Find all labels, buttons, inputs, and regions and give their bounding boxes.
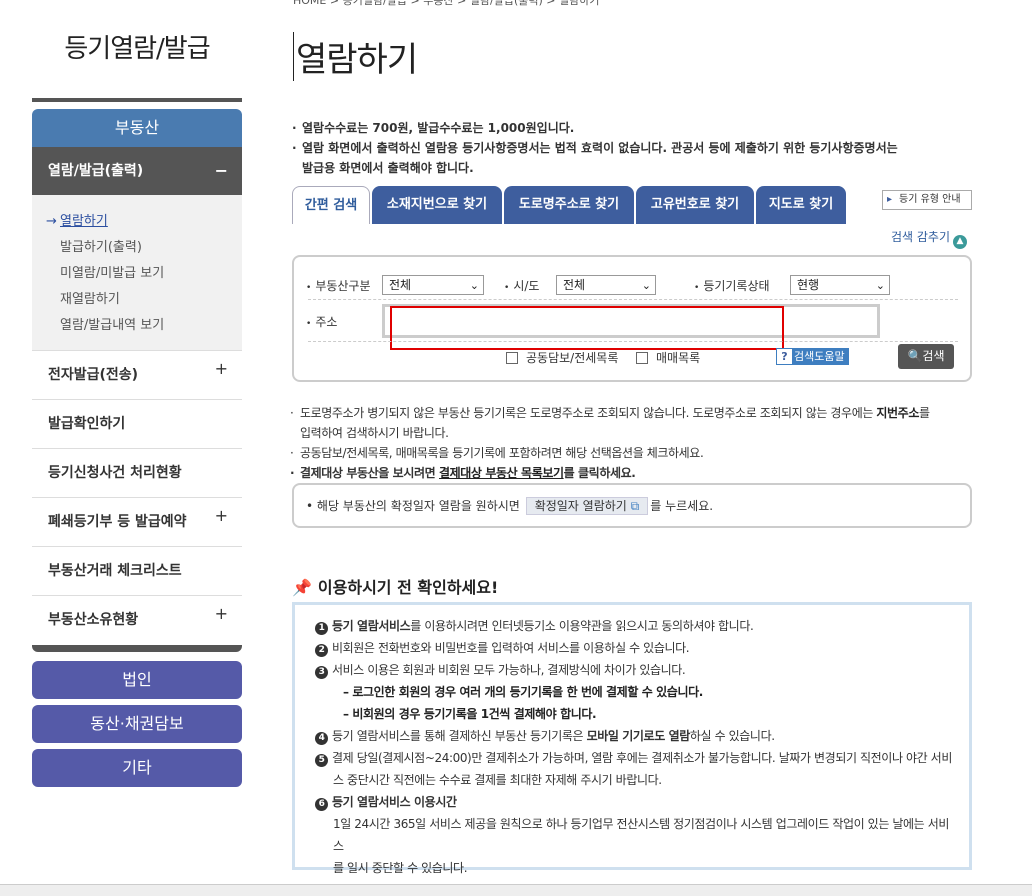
hide-search-button[interactable]: 검색 감추기 ▲ — [891, 228, 968, 249]
joint-collateral-checkbox[interactable]: 공동담보/전세목록 — [506, 349, 618, 366]
sidebar-divider — [32, 98, 242, 102]
chevron-up-icon: ▲ — [953, 235, 968, 249]
search-panel: 부동산구분 전체⌄ 시/도 전체⌄ 등기기록상태 현행⌄ 주소 공동담보/전세목… — [292, 255, 972, 382]
checkbox-icon — [506, 352, 518, 364]
status-select[interactable]: 현행 ⌄ — [790, 275, 890, 295]
usage-info-box: 1 등기 열람서비스를 이용하시려면 인터넷등기소 이용약관을 읽으시고 동의하셔… — [292, 602, 972, 875]
number-3-icon: 3 — [315, 666, 328, 679]
info-item-1: 1 등기 열람서비스를 이용하시려면 인터넷등기소 이용약관을 읽으시고 동의하셔… — [315, 615, 957, 637]
plus-icon: + — [214, 359, 228, 378]
registry-type-guide-button[interactable]: 등기 유형 안내 — [882, 190, 972, 210]
plus-icon: + — [214, 506, 228, 525]
collapse-minus-icon[interactable]: − — [215, 147, 228, 195]
tab-map[interactable]: 지도로 찾기 — [756, 186, 846, 224]
sidebar-menu-closed[interactable]: 폐쇄등기부 등 발급예약 + — [32, 497, 242, 546]
category-movable[interactable]: 동산·채권담보 — [32, 705, 242, 743]
sidebar-item-history[interactable]: 열람/발급내역 보기 — [46, 313, 242, 339]
sidebar-item-view[interactable]: → 열람하기 — [46, 209, 242, 235]
info-item-6b: 를 일시 중단할 수 있습니다. — [333, 861, 468, 875]
horizontal-scrollbar[interactable] — [0, 884, 1032, 896]
sidebar-item-issue[interactable]: 발급하기(출력) — [46, 235, 242, 261]
tab-unique-number[interactable]: 고유번호로 찾기 — [636, 186, 754, 224]
question-icon: ? — [777, 349, 792, 364]
number-5-icon: 5 — [315, 754, 328, 767]
note-fee: 열람수수료는 700원, 발급수수료는 1,000원입니다. — [292, 118, 972, 138]
fee-notes: 열람수수료는 700원, 발급수수료는 1,000원입니다. 열람 화면에서 출… — [292, 118, 972, 178]
search-help-button[interactable]: ? 검색도움말 — [776, 348, 849, 365]
info-item-3b: – 비회원의 경우 등기기록을 1건씩 결제해야 합니다. — [343, 707, 597, 721]
category-corporation[interactable]: 법인 — [32, 661, 242, 699]
info-item-3: 3 서비스 이용은 회원과 비회원 모두 가능하나, 결제방식에 차이가 있습니다… — [315, 659, 957, 681]
sidebar-bottom-divider — [32, 645, 242, 652]
sidebar-menu-status[interactable]: 등기신청사건 처리현황 — [32, 448, 242, 497]
category-other[interactable]: 기타 — [32, 749, 242, 787]
checkbox-icon — [636, 352, 648, 364]
info-item-4: 4 등기 열람서비스를 통해 결제하신 부동산 등기기록은 모바일 기기로도 열람… — [315, 725, 957, 747]
confirm-date-box: • 해당 부동산의 확정일자 열람을 원하시면 확정일자 열람하기 ⧉ 를 누르세… — [292, 483, 972, 528]
sidebar-header-realestate[interactable]: 부동산 — [32, 109, 242, 147]
arrow-right-icon: → — [46, 214, 57, 229]
payment-list-link[interactable]: 결제대상 부동산 목록보기 — [439, 466, 564, 480]
sido-label: 시/도 — [504, 277, 539, 294]
type-label: 부동산구분 — [306, 277, 370, 294]
pin-icon: 📌 — [292, 578, 312, 597]
tip-options: 공동담보/전세목록, 매매목록을 등기기록에 포함하려면 해당 선택옵션을 체크… — [290, 443, 972, 463]
chevron-down-icon: ⌄ — [641, 279, 651, 292]
plus-icon: + — [214, 604, 228, 623]
note-legal-cont: 발급용 화면에서 출력해야 합니다. — [302, 161, 474, 175]
number-4-icon: 4 — [315, 732, 328, 745]
search-button[interactable]: 🔍검색 — [898, 344, 954, 369]
divider — [308, 341, 958, 342]
divider — [308, 299, 958, 300]
sidebar-title: 등기열람/발급 — [64, 34, 210, 64]
sido-select[interactable]: 전체 ⌄ — [556, 275, 656, 295]
sales-list-checkbox[interactable]: 매매목록 — [636, 349, 700, 366]
search-icon: 🔍 — [907, 349, 923, 363]
chevron-down-icon: ⌄ — [469, 279, 479, 292]
tip-payment: 결제대상 부동산을 보시려면 결제대상 부동산 목록보기를 클릭하세요. — [290, 463, 972, 483]
breadcrumb: HOME > 등기열람/발급 > 부동산 > 열람/발급(출력) > 열람하기 — [293, 0, 600, 7]
confirm-bullet: • — [306, 499, 317, 513]
info-item-5-cont: 스 중단시간 직전에는 수수료 결제를 최대한 자제해 주시기 바랍니다. — [333, 773, 662, 787]
sidebar-sub-label: 열람/발급(출력) — [48, 163, 144, 179]
sidebar-menu-electronic[interactable]: 전자발급(전송) + — [32, 350, 242, 399]
tab-simple-search[interactable]: 간편 검색 — [292, 186, 370, 224]
tip-road-address: 도로명주소가 병기되지 않은 부동산 등기기록은 도로명주소로 조회되지 않습니… — [290, 403, 972, 423]
info-item-6: 6 등기 열람서비스 이용시간 — [315, 791, 957, 813]
address-label: 주소 — [306, 313, 337, 330]
number-1-icon: 1 — [315, 622, 328, 635]
status-label: 등기기록상태 — [694, 277, 769, 294]
address-input[interactable] — [382, 304, 880, 338]
sidebar-menu-checklist[interactable]: 부동산거래 체크리스트 — [32, 546, 242, 595]
chevron-down-icon: ⌄ — [875, 279, 885, 292]
tab-road-address[interactable]: 도로명주소로 찾기 — [504, 186, 634, 224]
external-link-icon: ⧉ — [630, 499, 640, 513]
search-tips: 도로명주소가 병기되지 않은 부동산 등기기록은 도로명주소로 조회되지 않습니… — [290, 403, 972, 483]
info-item-2: 2 비회원은 전화번호와 비밀번호를 입력하여 서비스를 이용하실 수 있습니다. — [315, 637, 957, 659]
info-item-6a: 1일 24시간 365일 서비스 제공을 원칙으로 하나 등기업무 전산시스템 … — [333, 817, 949, 853]
confirm-date-view-button[interactable]: 확정일자 열람하기 ⧉ — [525, 497, 649, 515]
number-2-icon: 2 — [315, 644, 328, 657]
sidebar-menu-verify[interactable]: 발급확인하기 — [32, 399, 242, 448]
sidebar-item-review[interactable]: 재열람하기 — [46, 287, 242, 313]
tip-road-address-cont: 입력하여 검색하시기 바랍니다. — [300, 426, 449, 440]
page-title: 열람하기 — [293, 32, 418, 81]
note-legal: 열람 화면에서 출력하신 열람용 등기사항증명서는 법적 효력이 없습니다. 관… — [292, 138, 972, 158]
info-item-3a: – 로그인한 회원의 경우 여러 개의 등기기록을 한 번에 결제할 수 있습니… — [343, 685, 703, 699]
check-before-use-title: 📌 이용하시기 전 확인하세요! — [292, 578, 499, 597]
tab-lot-number[interactable]: 소재지번으로 찾기 — [372, 186, 502, 224]
number-6-icon: 6 — [315, 798, 328, 811]
sidebar-item-unviewed[interactable]: 미열람/미발급 보기 — [46, 261, 242, 287]
sidebar-menu-ownership[interactable]: 부동산소유현황 + — [32, 595, 242, 645]
sidebar-submenu: → 열람하기 발급하기(출력) 미열람/미발급 보기 재열람하기 열람/발급내역 … — [32, 195, 242, 351]
info-item-5: 5 결제 당일(결제시점~24:00)만 결제취소가 가능하며, 열람 후에는 결… — [315, 747, 957, 769]
sidebar-sub-header[interactable]: 열람/발급(출력) − — [32, 147, 242, 195]
type-select[interactable]: 전체 ⌄ — [382, 275, 484, 295]
search-tabs: 간편 검색 소재지번으로 찾기 도로명주소로 찾기 고유번호로 찾기 지도로 찾… — [292, 186, 848, 224]
